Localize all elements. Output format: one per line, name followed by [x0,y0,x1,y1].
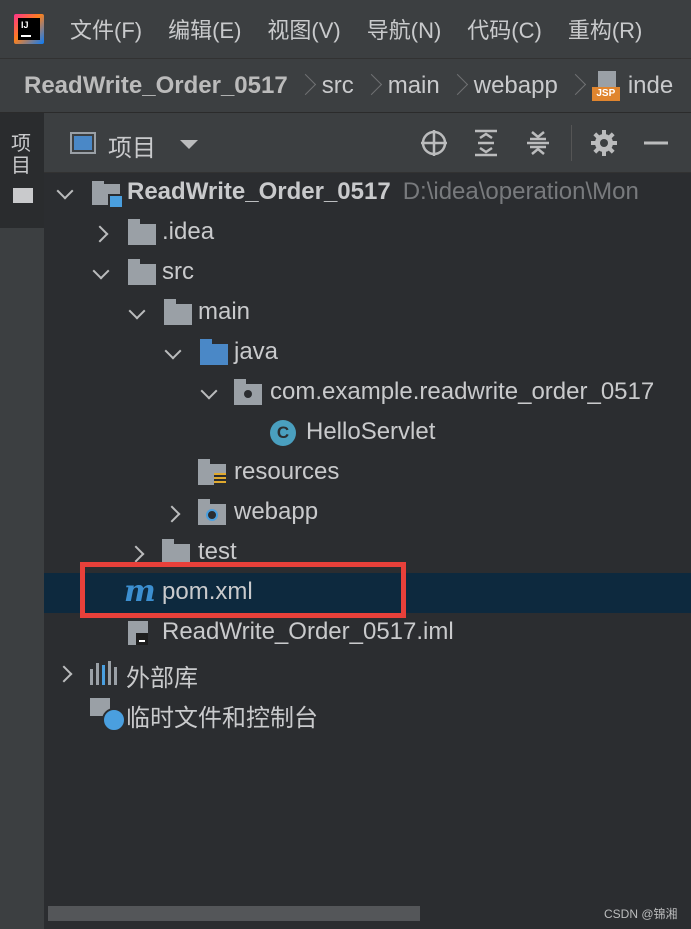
tree-item-resources[interactable]: resources [44,453,691,493]
breadcrumb-src[interactable]: src [322,72,354,100]
scratches-console-icon [90,698,126,732]
chevron-down-icon[interactable] [56,183,76,203]
chevron-down-icon[interactable] [92,263,112,283]
tool-window-strip: 项目 [0,113,45,929]
resources-folder-icon [198,459,226,485]
toolbar-divider [571,125,572,161]
locate-file-icon[interactable] [418,127,450,159]
folder-icon [128,219,156,245]
menu-view[interactable]: 视图(V) [267,13,340,45]
tree-item-scratches[interactable]: 临时文件和控制台 [44,693,691,733]
library-icon [90,661,118,685]
source-folder-icon [200,339,228,365]
tree-item-label: resources [234,458,340,485]
jsp-file-icon: JSP [591,70,620,101]
chevron-down-icon[interactable] [180,140,198,149]
menu-code[interactable]: 代码(C) [467,13,542,45]
minimize-icon[interactable] [640,127,672,159]
collapse-all-icon[interactable] [522,127,554,159]
chevron-down-icon[interactable] [164,343,184,363]
tree-item-label: ReadWrite_Order_0517.iml [162,618,454,645]
project-view-icon [70,132,96,154]
project-tool-tab[interactable]: 项目 [0,113,44,228]
breadcrumb-webapp[interactable]: webapp [474,72,558,100]
chevron-right-icon[interactable] [128,543,148,563]
expand-all-icon[interactable] [470,127,502,159]
project-name: ReadWrite_Order_0517 [127,178,391,205]
tree-item-java[interactable]: java [44,333,691,373]
tree-item-project-root[interactable]: ReadWrite_Order_0517 D:\idea\operation\Mo… [44,173,691,213]
horizontal-scrollbar[interactable] [48,906,420,921]
breadcrumb-index[interactable]: inde [628,72,673,100]
tree-item-iml[interactable]: ReadWrite_Order_0517.iml [44,613,691,653]
breadcrumb-main[interactable]: main [388,72,440,100]
tree-item-label: src [162,258,194,285]
breadcrumb: ReadWrite_Order_0517 src main webapp JSP… [0,58,691,113]
breadcrumb-separator-icon [452,72,462,100]
folder-icon [164,299,192,325]
chevron-right-icon[interactable] [92,223,112,243]
watermark: CSDN @锦湘 [604,907,678,921]
highlight-annotation-box [80,562,406,618]
tree-item-main[interactable]: main [44,293,691,333]
tree-item-label: main [198,298,251,325]
intellij-logo-icon: IJ [14,14,44,44]
chevron-down-icon[interactable] [200,383,220,403]
folder-icon [13,188,33,203]
folder-icon [128,259,156,285]
project-tab-label: 项目 [11,133,31,177]
menu-file[interactable]: 文件(F) [70,13,142,45]
tree-item-webapp[interactable]: webapp [44,493,691,533]
project-view-selector[interactable]: 项目 [108,128,156,163]
project-path: D:\idea\operation\Mon [402,178,639,205]
package-icon [234,379,262,405]
breadcrumb-separator-icon [300,72,310,100]
tree-item-external-libraries[interactable]: 外部库 [44,653,691,693]
breadcrumb-project[interactable]: ReadWrite_Order_0517 [24,72,288,100]
menu-bar: IJ 文件(F) 编辑(E) 视图(V) 导航(N) 代码(C) 重构(R) [0,0,691,58]
tree-item-label: 外部库 [126,665,198,692]
breadcrumb-separator-icon [366,72,376,100]
menu-refactor[interactable]: 重构(R) [568,13,643,45]
gear-icon[interactable] [588,127,620,159]
project-tree: ReadWrite_Order_0517 D:\idea\operation\Mo… [44,173,691,929]
tree-item-hello-servlet[interactable]: C HelloServlet [44,413,691,453]
project-toolbar: 项目 [44,113,691,173]
chevron-right-icon[interactable] [56,663,76,683]
chevron-right-icon[interactable] [164,503,184,523]
module-folder-icon [92,181,124,209]
chevron-down-icon[interactable] [128,303,148,323]
menu-navigate[interactable]: 导航(N) [367,13,442,45]
tree-item-package[interactable]: com.example.readwrite_order_0517 [44,373,691,413]
tree-item-label: webapp [234,498,319,525]
iml-file-icon [128,621,148,645]
menu-edit[interactable]: 编辑(E) [168,13,241,45]
tree-item-label: 临时文件和控制台 [126,705,318,732]
tree-item-src[interactable]: src [44,253,691,293]
tree-item-label: java [234,338,279,365]
tree-item-label: .idea [162,218,215,245]
java-class-icon: C [270,420,296,446]
web-folder-icon [198,499,226,525]
tree-item-label: HelloServlet [306,418,436,445]
tree-item-label: com.example.readwrite_order_0517 [270,378,655,405]
breadcrumb-separator-icon [570,72,580,100]
tree-item-idea[interactable]: .idea [44,213,691,253]
